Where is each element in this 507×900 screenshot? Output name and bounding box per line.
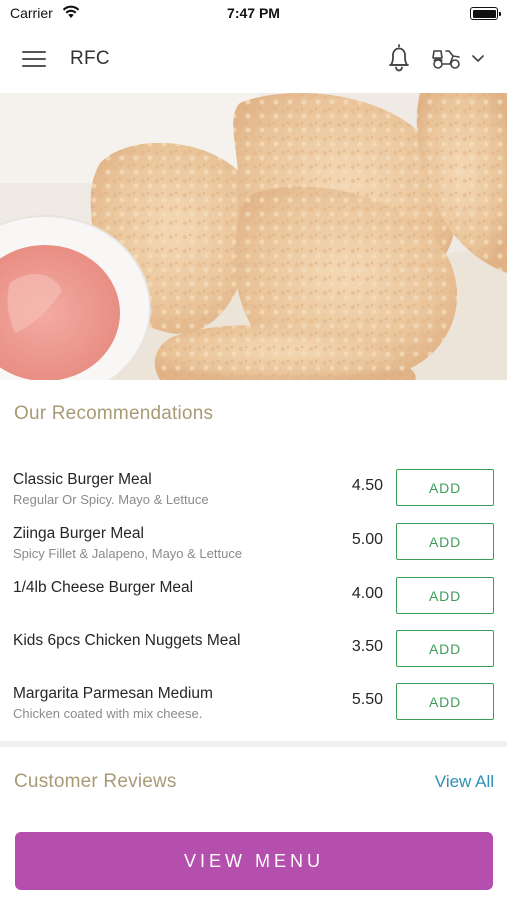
add-to-cart-button[interactable]: ADD xyxy=(396,683,494,720)
delivery-scooter-icon[interactable] xyxy=(430,44,464,72)
reviews-heading: Customer Reviews xyxy=(14,771,177,792)
add-to-cart-button[interactable]: ADD xyxy=(396,523,494,560)
section-divider xyxy=(0,741,507,747)
item-price: 5.00 xyxy=(351,531,383,548)
item-name: Margarita Parmesan Medium xyxy=(13,685,213,702)
app-header: RFC xyxy=(0,26,507,93)
page-title: RFC xyxy=(70,48,110,69)
battery-icon xyxy=(470,7,501,20)
view-menu-button[interactable]: VIEW MENU xyxy=(15,832,493,890)
status-bar: Carrier 7:47 PM xyxy=(0,0,507,26)
add-to-cart-button[interactable]: ADD xyxy=(396,469,494,506)
hero-food-image xyxy=(0,93,507,380)
item-name: Ziinga Burger Meal xyxy=(13,525,144,542)
item-name: Classic Burger Meal xyxy=(13,471,152,488)
list-item: Ziinga Burger Meal Spicy Fillet & Jalape… xyxy=(0,523,507,577)
hamburger-menu-icon[interactable] xyxy=(22,48,48,70)
list-item: Margarita Parmesan Medium Chicken coated… xyxy=(0,683,507,737)
item-description: Spicy Fillet & Jalapeno, Mayo & Lettuce xyxy=(13,546,243,561)
item-price: 5.50 xyxy=(351,691,383,708)
recommendations-heading: Our Recommendations xyxy=(14,403,214,424)
list-item: Classic Burger Meal Regular Or Spicy. Ma… xyxy=(0,469,507,523)
chevron-down-icon[interactable] xyxy=(470,50,486,66)
item-price: 3.50 xyxy=(351,638,383,655)
item-name: Kids 6pcs Chicken Nuggets Meal xyxy=(13,632,241,649)
list-item: 1/4lb Cheese Burger Meal 4.00 ADD xyxy=(0,577,507,631)
item-name: 1/4lb Cheese Burger Meal xyxy=(13,579,194,596)
list-item: Kids 6pcs Chicken Nuggets Meal 3.50 ADD xyxy=(0,630,507,684)
add-to-cart-button[interactable]: ADD xyxy=(396,577,494,614)
item-price: 4.00 xyxy=(351,585,383,602)
item-description: Regular Or Spicy. Mayo & Lettuce xyxy=(13,492,209,507)
item-description: Chicken coated with mix cheese. xyxy=(13,706,203,721)
notification-bell-icon[interactable] xyxy=(384,42,414,74)
add-to-cart-button[interactable]: ADD xyxy=(396,630,494,667)
item-price: 4.50 xyxy=(351,477,383,494)
clock-label: 7:47 PM xyxy=(227,5,280,21)
view-all-reviews-link[interactable]: View All xyxy=(435,772,494,792)
